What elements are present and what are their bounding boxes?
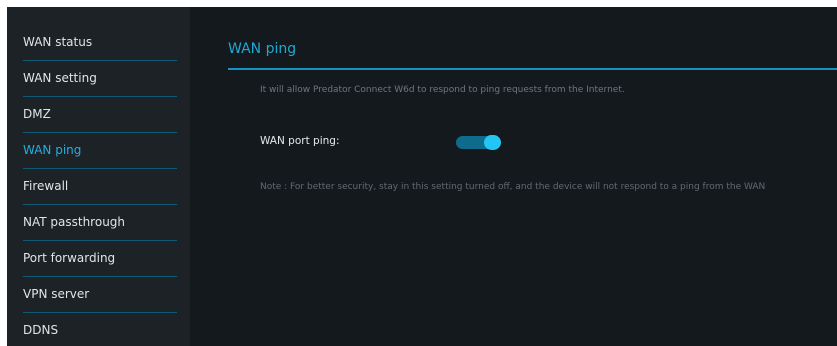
sidebar: WAN status WAN setting DMZ WAN ping Fire… <box>7 7 190 346</box>
title-underline <box>228 68 837 70</box>
sidebar-item-ddns[interactable]: DDNS <box>7 312 190 346</box>
sidebar-item-firewall[interactable]: Firewall <box>7 168 190 204</box>
router-settings-panel: WAN status WAN setting DMZ WAN ping Fire… <box>7 7 837 346</box>
sidebar-item-nat-passthrough[interactable]: NAT passthrough <box>7 204 190 240</box>
sidebar-item-wan-setting[interactable]: WAN setting <box>7 60 190 96</box>
main-content: WAN ping It will allow Predator Connect … <box>190 7 837 346</box>
page-description: It will allow Predator Connect W6d to re… <box>260 85 625 95</box>
sidebar-item-vpn-server[interactable]: VPN server <box>7 276 190 312</box>
sidebar-item-wan-status[interactable]: WAN status <box>7 24 190 60</box>
toggle-knob <box>484 135 501 150</box>
sidebar-item-port-forwarding[interactable]: Port forwarding <box>7 240 190 276</box>
sidebar-item-wan-ping[interactable]: WAN ping <box>7 132 190 168</box>
security-note: Note : For better security, stay in this… <box>260 182 766 192</box>
wan-port-ping-label: WAN port ping: <box>260 135 340 147</box>
wan-port-ping-toggle[interactable] <box>456 135 501 150</box>
sidebar-item-dmz[interactable]: DMZ <box>7 96 190 132</box>
page-title: WAN ping <box>228 41 297 57</box>
